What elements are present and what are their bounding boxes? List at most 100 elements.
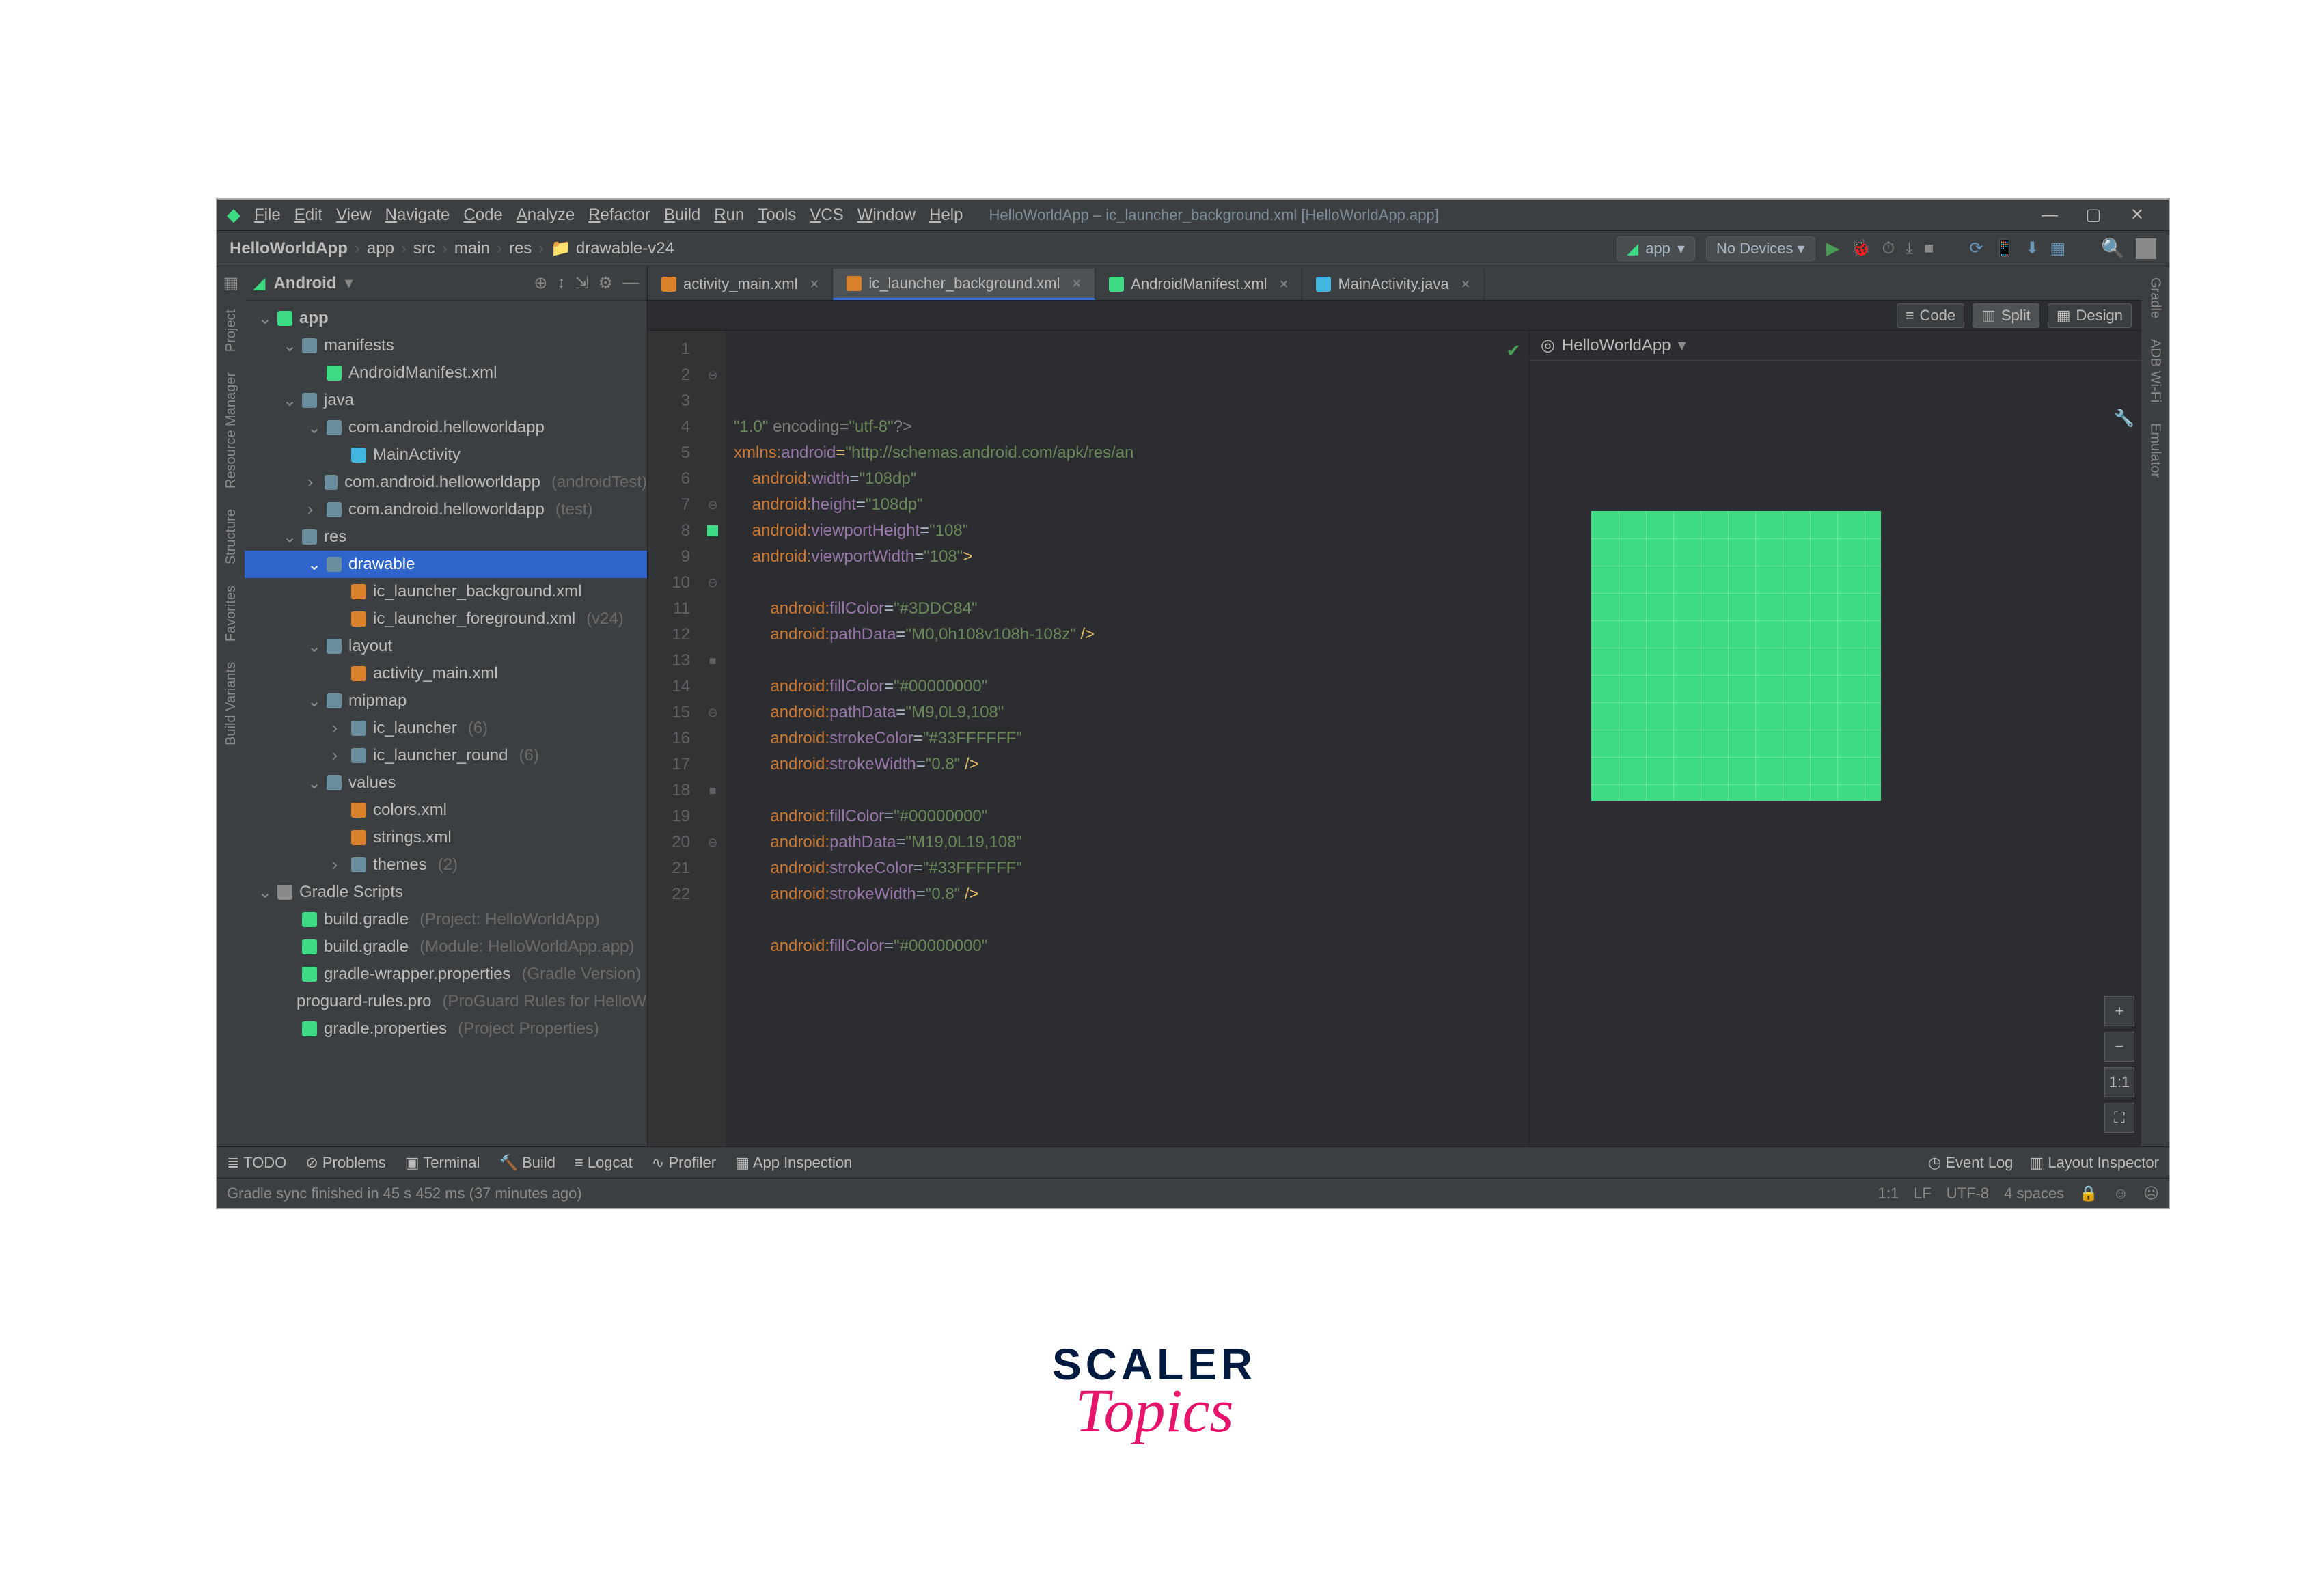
- tab-favorites[interactable]: Favorites: [222, 581, 240, 646]
- view-code-button[interactable]: ≡ Code: [1897, 303, 1964, 328]
- profile-button[interactable]: ⏱: [1882, 239, 1895, 258]
- caret-position[interactable]: 1:1: [1878, 1185, 1899, 1202]
- editor-tab[interactable]: ic_launcher_background.xml×: [833, 269, 1095, 300]
- lock-icon[interactable]: 🔒: [2079, 1185, 2098, 1202]
- menu-build[interactable]: Build: [657, 203, 707, 227]
- menu-view[interactable]: View: [329, 203, 379, 227]
- tree-node[interactable]: ›com.android.helloworldapp(test): [245, 496, 647, 523]
- menu-analyze[interactable]: Analyze: [510, 203, 581, 227]
- menu-tools[interactable]: Tools: [751, 203, 803, 227]
- menu-navigate[interactable]: Navigate: [379, 203, 457, 227]
- tree-node[interactable]: ⌄java: [245, 387, 647, 414]
- tab-resource-manager[interactable]: Resource Manager: [222, 368, 240, 493]
- tab-app-inspection[interactable]: ▦ App Inspection: [735, 1154, 852, 1172]
- project-tool-icon[interactable]: ▦: [223, 273, 239, 293]
- attach-button[interactable]: ⤓: [1906, 239, 1913, 258]
- tree-node[interactable]: MainActivity: [245, 441, 647, 469]
- indent[interactable]: 4 spaces: [2004, 1185, 2064, 1202]
- debug-button[interactable]: 🐞: [1851, 238, 1871, 258]
- search-button[interactable]: 🔍: [2101, 237, 2125, 260]
- preview-target-label[interactable]: HelloWorldApp: [1562, 336, 1671, 355]
- tree-node[interactable]: ⌄Gradle Scripts: [245, 879, 647, 906]
- breadcrumb-item[interactable]: app: [367, 239, 394, 258]
- tree-node[interactable]: ⌄res: [245, 523, 647, 551]
- tab-profiler[interactable]: ∿ Profiler: [652, 1154, 716, 1172]
- breadcrumb[interactable]: HelloWorldApp›app›src›main›res›📁 drawabl…: [230, 238, 674, 258]
- tree-node[interactable]: ›themes(2): [245, 851, 647, 879]
- tab-event-log[interactable]: ◷ Event Log: [1928, 1154, 2013, 1172]
- tree-node[interactable]: activity_main.xml: [245, 660, 647, 687]
- run-config-selector[interactable]: ◢app▾: [1617, 236, 1695, 261]
- breadcrumb-item[interactable]: res: [509, 239, 532, 258]
- tab-terminal[interactable]: ▣ Terminal: [405, 1154, 480, 1172]
- wrench-icon[interactable]: 🔧: [2114, 409, 2134, 428]
- menu-edit[interactable]: Edit: [288, 203, 329, 227]
- run-button[interactable]: ▶: [1826, 238, 1840, 259]
- tree-node[interactable]: ⌄mipmap: [245, 687, 647, 715]
- maximize-button[interactable]: ▢: [2072, 200, 2115, 230]
- tab-emulator[interactable]: Emulator: [2146, 419, 2164, 482]
- sdk-button[interactable]: ⬇: [2025, 238, 2039, 258]
- code-editor[interactable]: 12345678910111213141516171819202122 ⊖⊖⊖■…: [648, 331, 1529, 1146]
- user-icon[interactable]: [2136, 238, 2156, 259]
- project-tree[interactable]: ⌄app⌄manifestsAndroidManifest.xml⌄java⌄c…: [245, 301, 647, 1146]
- breadcrumb-item[interactable]: main: [454, 239, 490, 258]
- face-icon[interactable]: ☺: [2113, 1185, 2128, 1202]
- tree-node[interactable]: build.gradle(Module: HelloWorldApp.app): [245, 933, 647, 961]
- tree-node[interactable]: build.gradle(Project: HelloWorldApp): [245, 906, 647, 933]
- locate-button[interactable]: ⊕: [534, 273, 547, 293]
- tree-node[interactable]: gradle-wrapper.properties(Gradle Version…: [245, 961, 647, 988]
- tab-build-variants[interactable]: Build Variants: [222, 658, 240, 749]
- tab-build[interactable]: 🔨 Build: [499, 1154, 555, 1172]
- breadcrumb-item[interactable]: HelloWorldApp: [230, 239, 348, 258]
- menu-run[interactable]: Run: [707, 203, 751, 227]
- hide-button[interactable]: —: [622, 273, 639, 293]
- tree-node[interactable]: ›com.android.helloworldapp(androidTest): [245, 469, 647, 496]
- view-design-button[interactable]: ▦ Design: [2048, 303, 2132, 328]
- tab-project[interactable]: Project: [222, 305, 240, 356]
- editor-tab[interactable]: MainActivity.java×: [1302, 269, 1484, 300]
- encoding[interactable]: UTF-8: [1947, 1185, 1989, 1202]
- tab-todo[interactable]: ≣ TODO: [227, 1154, 286, 1172]
- tree-node[interactable]: ›ic_launcher(6): [245, 715, 647, 742]
- editor-tab[interactable]: AndroidManifest.xml×: [1095, 269, 1302, 300]
- tree-node[interactable]: AndroidManifest.xml: [245, 359, 647, 387]
- tree-node[interactable]: ic_launcher_foreground.xml(v24): [245, 605, 647, 633]
- tree-node[interactable]: gradle.properties(Project Properties): [245, 1015, 647, 1043]
- menu-vcs[interactable]: VCS: [803, 203, 850, 227]
- menu-window[interactable]: Window: [851, 203, 922, 227]
- tree-node[interactable]: ic_launcher_background.xml: [245, 578, 647, 605]
- tab-adb-wifi[interactable]: ADB Wi-Fi: [2146, 335, 2164, 407]
- face-sad-icon[interactable]: ☹: [2143, 1185, 2159, 1202]
- tree-node[interactable]: proguard-rules.pro(ProGuard Rules for He…: [245, 988, 647, 1015]
- tree-node[interactable]: ⌄com.android.helloworldapp: [245, 414, 647, 441]
- sort-button[interactable]: ↕: [557, 273, 565, 293]
- tab-problems[interactable]: ⊘ Problems: [305, 1154, 385, 1172]
- breadcrumb-item[interactable]: 📁 drawable-v24: [551, 238, 674, 258]
- tree-node[interactable]: ⌄values: [245, 769, 647, 797]
- tab-logcat[interactable]: ≡ Logcat: [575, 1154, 633, 1172]
- editor-tab[interactable]: activity_main.xml×: [648, 269, 833, 300]
- expand-button[interactable]: ⇲: [575, 273, 588, 293]
- close-button[interactable]: ✕: [2115, 200, 2159, 230]
- zoom-fit-button[interactable]: ⛶: [2104, 1103, 2134, 1133]
- menu-refactor[interactable]: Refactor: [581, 203, 657, 227]
- tree-node[interactable]: ⌄app: [245, 305, 647, 332]
- line-ending[interactable]: LF: [1914, 1185, 1932, 1202]
- sidebar-view-label[interactable]: Android: [273, 274, 336, 293]
- tree-node[interactable]: strings.xml: [245, 824, 647, 851]
- tree-node[interactable]: ⌄manifests: [245, 332, 647, 359]
- tree-node[interactable]: colors.xml: [245, 797, 647, 824]
- tree-node[interactable]: ⌄drawable: [245, 551, 647, 578]
- menu-code[interactable]: Code: [456, 203, 509, 227]
- zoom-in-button[interactable]: +: [2104, 996, 2134, 1026]
- tree-node[interactable]: ⌄layout: [245, 633, 647, 660]
- view-split-button[interactable]: ▥ Split: [1973, 303, 2039, 328]
- zoom-out-button[interactable]: −: [2104, 1032, 2134, 1062]
- menu-help[interactable]: Help: [922, 203, 970, 227]
- tree-node[interactable]: ›ic_launcher_round(6): [245, 742, 647, 769]
- tab-layout-inspector[interactable]: ▥ Layout Inspector: [2029, 1154, 2159, 1172]
- layout-inspector-icon[interactable]: ▦: [2050, 238, 2065, 258]
- zoom-reset-button[interactable]: 1:1: [2104, 1067, 2134, 1097]
- tab-structure[interactable]: Structure: [222, 505, 240, 568]
